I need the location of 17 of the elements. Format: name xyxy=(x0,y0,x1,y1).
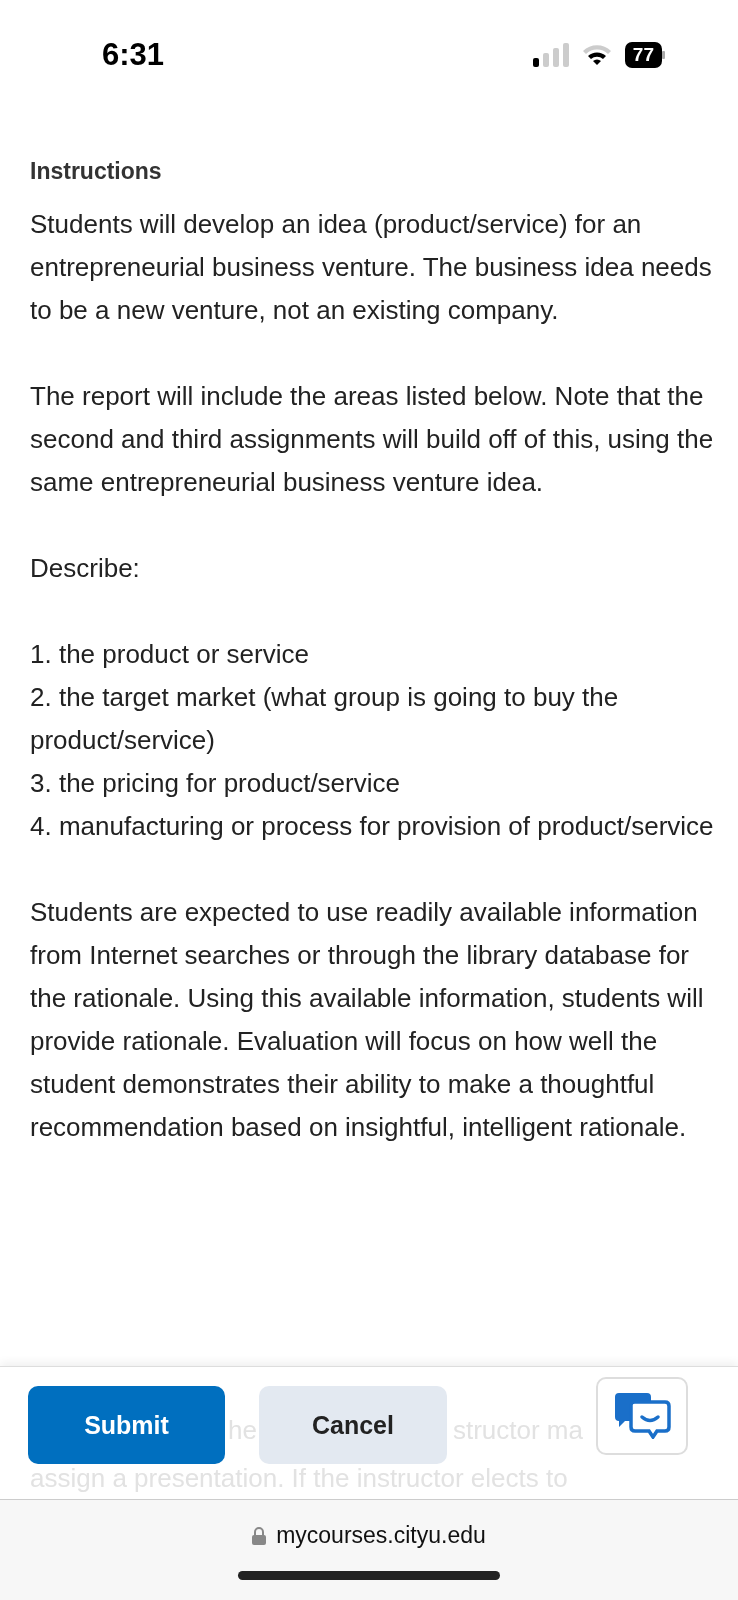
signal-icon xyxy=(532,43,569,67)
list-item: 1. the product or service xyxy=(30,638,310,671)
instruction-paragraph: Students will develop an idea (product/service) for an entrepreneurial business venture. The business idea needs to be a new venture, not an existing company. xyxy=(30,208,713,327)
submit-button[interactable]: Submit xyxy=(28,1386,225,1464)
lock-icon xyxy=(252,1526,267,1545)
list-item: 4. manufacturing or process for provision of product/service xyxy=(30,810,715,843)
instruction-paragraph: Describe: xyxy=(30,552,141,585)
section-heading: Instructions xyxy=(30,158,163,185)
chat-button[interactable] xyxy=(595,1377,688,1455)
list-item: 2. the target market (what group is going to buy the product/service) xyxy=(30,681,620,757)
cancel-button[interactable]: Cancel xyxy=(258,1386,447,1464)
instruction-paragraph: The report will include the areas listed below. Note that the second and third assignments will build off of this, using the same entrepreneurial business venture idea. xyxy=(30,380,715,499)
status-time: 6:31 xyxy=(102,37,165,73)
address-url[interactable]: mycourses.cityu.edu xyxy=(276,1522,486,1549)
instruction-paragraph: Students are expected to use readily available information from Internet searches or through the library database for the rationale. Using this available information, students will provide rationale. Evaluation will focus on how well the student demonstrates their ability to make a thoughtful recommendation based on insightful, intelligent rationale. xyxy=(30,896,705,1144)
list-item: 3. the pricing for product/service xyxy=(30,767,401,800)
chat-bubbles-icon xyxy=(612,1393,671,1439)
